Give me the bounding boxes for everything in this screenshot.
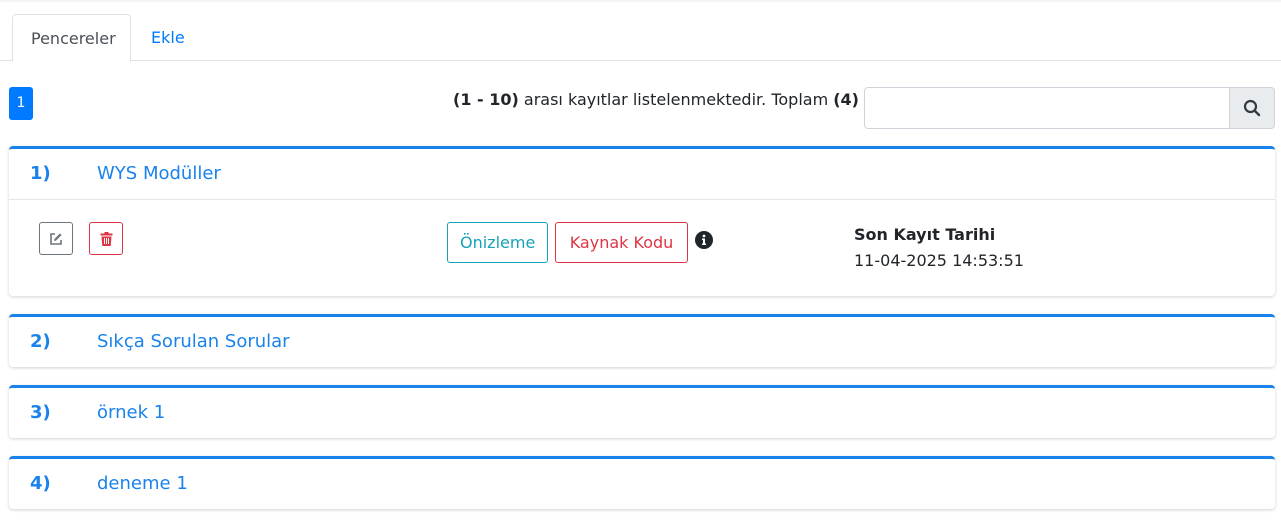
search-icon: [1243, 99, 1261, 117]
preview-button[interactable]: Önizleme: [447, 222, 548, 263]
summary-total: (4): [833, 90, 859, 109]
tab-ekle[interactable]: Ekle: [133, 14, 203, 61]
edit-button[interactable]: [39, 222, 73, 255]
card-header[interactable]: 4) deneme 1: [9, 459, 1275, 509]
source-code-button[interactable]: Kaynak Kodu: [555, 222, 688, 263]
records-summary: (1 - 10) arası kayıtlar listelenmektedir…: [453, 90, 859, 109]
item-title[interactable]: deneme 1: [97, 459, 188, 509]
item-title[interactable]: Sıkça Sorulan Sorular: [97, 317, 290, 367]
list-item: 1) WYS Modüller Önizleme Kaynak Kodu Son…: [9, 146, 1275, 296]
card-body: Önizleme Kaynak Kodu Son Kayıt Tarihi 11…: [9, 199, 1275, 296]
item-number: 4): [30, 473, 51, 494]
list-item: 2) Sıkça Sorulan Sorular: [9, 314, 1275, 367]
pagination-page-button[interactable]: 1: [9, 87, 33, 120]
list-item: 3) örnek 1: [9, 385, 1275, 438]
card-header[interactable]: 1) WYS Modüller: [9, 149, 1275, 199]
summary-text: arası kayıtlar listelenmektedir. Toplam: [518, 90, 834, 109]
search-input[interactable]: [864, 87, 1230, 129]
item-number: 3): [30, 402, 51, 423]
top-border: [0, 0, 1281, 2]
summary-range: (1 - 10): [453, 90, 519, 109]
item-title[interactable]: WYS Modüller: [97, 149, 221, 199]
item-title[interactable]: örnek 1: [97, 388, 165, 438]
trash-icon: [100, 231, 112, 246]
search-button[interactable]: [1229, 87, 1275, 129]
edit-icon: [50, 232, 62, 245]
last-saved-label: Son Kayıt Tarihi: [854, 225, 996, 244]
last-saved-value: 11-04-2025 14:53:51: [854, 251, 1024, 270]
card-header[interactable]: 2) Sıkça Sorulan Sorular: [9, 317, 1275, 367]
card-header[interactable]: 3) örnek 1: [9, 388, 1275, 438]
delete-button[interactable]: [89, 222, 123, 255]
tab-bar: Pencereler Ekle: [0, 14, 1281, 62]
tab-pencereler[interactable]: Pencereler: [12, 14, 131, 62]
item-number: 1): [30, 163, 51, 184]
item-number: 2): [30, 331, 51, 352]
info-icon[interactable]: [695, 231, 713, 249]
list-item: 4) deneme 1: [9, 456, 1275, 509]
